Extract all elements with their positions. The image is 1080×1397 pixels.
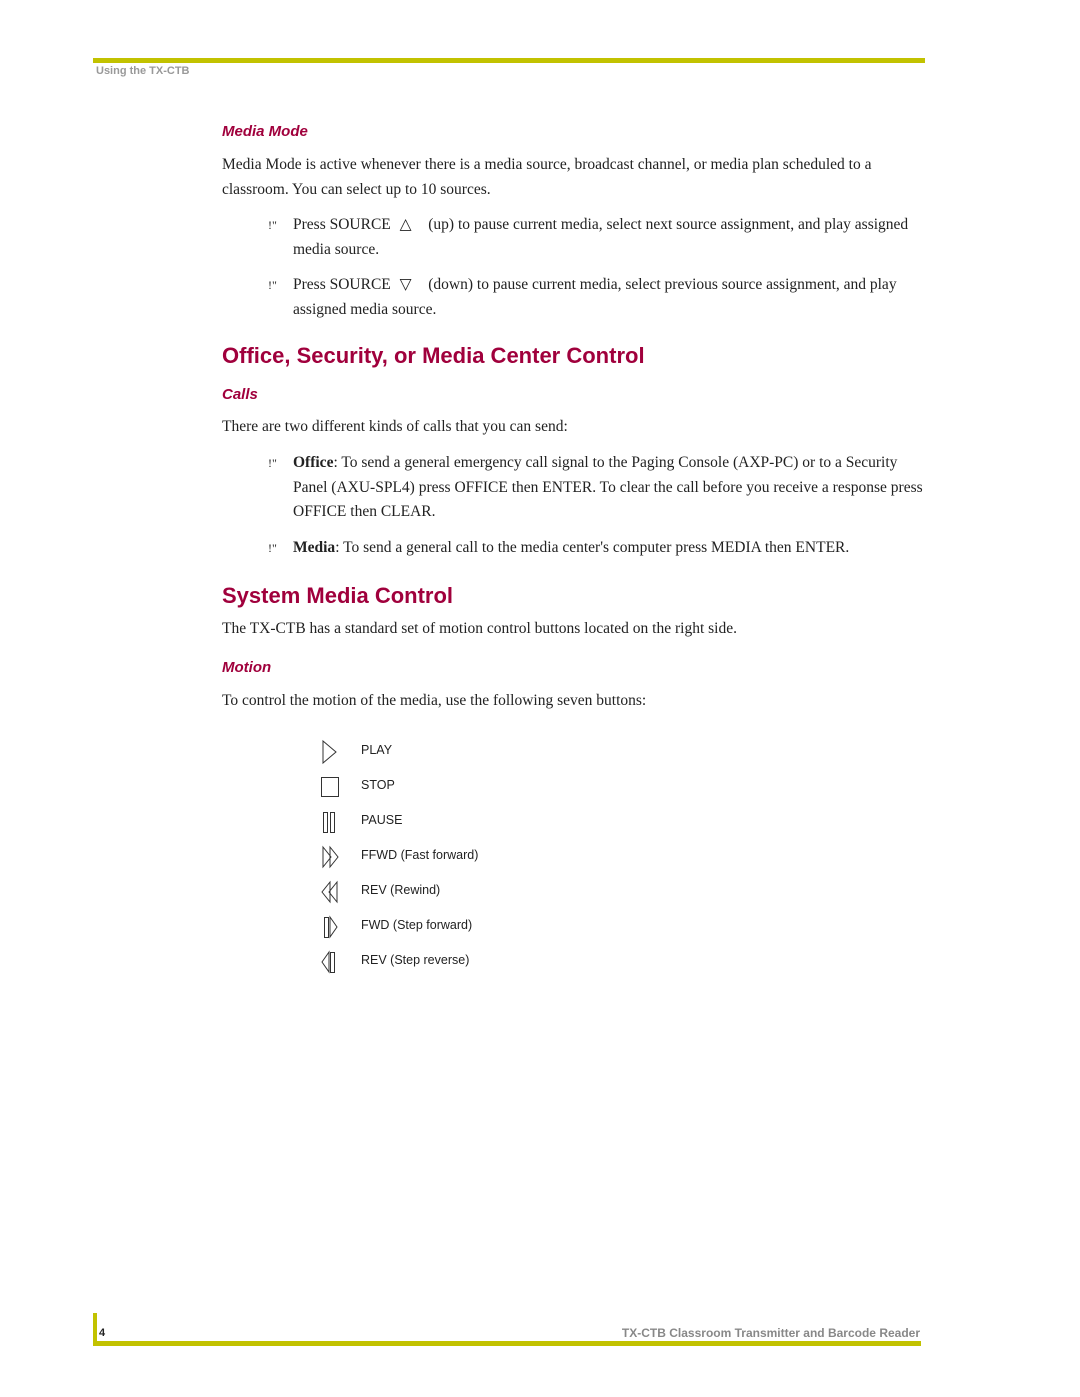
- step-forward-icon: [324, 915, 338, 939]
- motion-intro: To control the motion of the media, use …: [222, 692, 647, 709]
- list-item: !" Press SOURCE △ (up) to pause current …: [268, 213, 928, 262]
- bullet-text: Press SOURCE: [293, 276, 391, 293]
- list-item: !" Media: To send a general call to the …: [268, 536, 928, 561]
- play-icon: [322, 739, 337, 765]
- control-label: REV (Rewind): [361, 883, 441, 897]
- list-item: !" Press SOURCE ▽ (down) to pause curren…: [268, 273, 928, 322]
- fast-forward-icon: [322, 845, 339, 869]
- system-heading: System Media Control: [222, 583, 454, 608]
- down-triangle-icon: ▽: [399, 276, 412, 293]
- stop-icon: [321, 777, 339, 797]
- step-reverse-icon: [321, 950, 335, 974]
- pause-icon: [323, 812, 335, 833]
- up-triangle-icon: △: [399, 216, 412, 233]
- calls-intro: There are two different kinds of calls t…: [222, 418, 568, 435]
- bullet-marker: !": [268, 278, 277, 292]
- running-head: Using the TX-CTB: [96, 65, 190, 77]
- office-heading: Office, Security, or Media Center Contro…: [222, 343, 645, 368]
- motion-heading: Motion: [222, 659, 272, 676]
- footer-rule: [93, 1341, 921, 1346]
- bullet-term: Office: [293, 454, 334, 471]
- system-intro: The TX-CTB has a standard set of motion …: [222, 620, 737, 637]
- media-mode-intro: Media Mode is active whenever there is a…: [222, 156, 872, 198]
- control-label: REV (Step reverse): [361, 953, 470, 967]
- media-mode-heading: Media Mode: [222, 123, 308, 140]
- bullet-term: Media: [293, 539, 336, 556]
- control-label: FWD (Step forward): [361, 918, 473, 932]
- control-label: STOP: [361, 778, 395, 792]
- bullet-marker: !": [268, 541, 277, 555]
- calls-heading: Calls: [222, 386, 258, 403]
- bullet-text: : To send a general emergency call signa…: [293, 454, 923, 520]
- bullet-text: : To send a general call to the media ce…: [335, 539, 850, 556]
- header-rule: [93, 58, 925, 63]
- control-label: PAUSE: [361, 813, 403, 827]
- control-label: FFWD (Fast forward): [361, 848, 479, 862]
- bullet-text: Press SOURCE: [293, 216, 391, 233]
- control-label: PLAY: [361, 743, 393, 757]
- footer-title: TX-CTB Classroom Transmitter and Barcode…: [621, 1326, 920, 1340]
- bullet-marker: !": [268, 456, 277, 470]
- page-number: 4: [99, 1327, 106, 1339]
- rewind-icon: [321, 880, 338, 904]
- bullet-marker: !": [268, 218, 277, 232]
- list-item: !" Office: To send a general emergency c…: [268, 451, 928, 525]
